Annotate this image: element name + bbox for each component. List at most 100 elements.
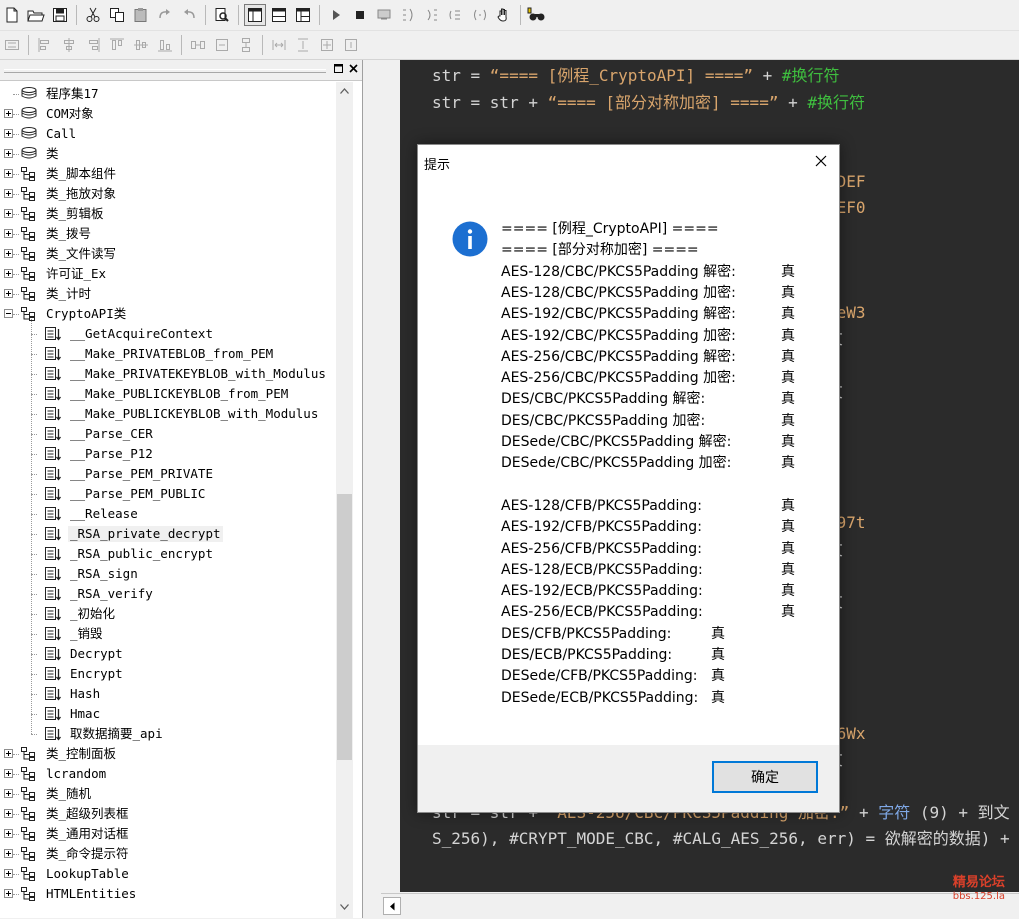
tree-item[interactable]: _RSA_private_decrypt (0, 524, 336, 544)
same-height-icon[interactable] (292, 34, 314, 56)
tree-item[interactable]: Decrypt (0, 644, 336, 664)
tree-item[interactable]: __Make_PRIVATEKEYBLOB_with_Modulus (0, 364, 336, 384)
step-into-icon[interactable] (397, 4, 419, 26)
collapse-icon[interactable] (4, 309, 13, 318)
scroll-up-icon[interactable] (336, 82, 353, 99)
expand-icon[interactable] (4, 189, 13, 198)
tree-item[interactable]: __GetAcquireContext (0, 324, 336, 344)
dialog-close-icon[interactable] (811, 151, 831, 171)
tree-item[interactable]: __Make_PRIVATEBLOB_from_PEM (0, 344, 336, 364)
align-top-icon[interactable] (106, 34, 128, 56)
tree-item[interactable]: 许可证_Ex (0, 264, 336, 284)
center-h-icon[interactable] (211, 34, 233, 56)
step-out-icon[interactable] (445, 4, 467, 26)
binoculars-icon[interactable] (526, 4, 548, 26)
expand-icon[interactable] (4, 769, 13, 778)
tree-item[interactable]: HTMLEntities (0, 884, 336, 904)
tree-item[interactable]: 类_计时 (0, 284, 336, 304)
tree-item[interactable]: _RSA_verify (0, 584, 336, 604)
expand-icon[interactable] (4, 889, 13, 898)
expand-icon[interactable] (4, 869, 13, 878)
tree-item[interactable]: __Release (0, 504, 336, 524)
undo-icon[interactable] (178, 4, 200, 26)
tree-item[interactable]: 类_随机 (0, 784, 336, 804)
tree-item[interactable]: Call (0, 124, 336, 144)
tree-item[interactable]: __Parse_P12 (0, 444, 336, 464)
tree-item[interactable]: Encrypt (0, 664, 336, 684)
align-middle-icon[interactable] (130, 34, 152, 56)
tree-item[interactable]: 取数据摘要_api (0, 724, 336, 744)
editor-horizontal-scrollbar[interactable] (381, 893, 1019, 919)
align-right-icon[interactable] (82, 34, 104, 56)
expand-icon[interactable] (4, 749, 13, 758)
tree-item[interactable]: 类_文件读写 (0, 244, 336, 264)
tree-item[interactable]: 类_命令提示符 (0, 844, 336, 864)
expand-icon[interactable] (4, 109, 13, 118)
run-to-cursor-icon[interactable] (469, 4, 491, 26)
tree-item[interactable]: Hmac (0, 704, 336, 724)
space-h-icon[interactable] (187, 34, 209, 56)
layout-2-icon[interactable] (268, 4, 290, 26)
tree-scroll-thumb[interactable] (337, 494, 352, 760)
space-v-icon[interactable] (235, 34, 257, 56)
same-size-icon[interactable] (316, 34, 338, 56)
stop-icon[interactable] (349, 4, 371, 26)
find-icon[interactable] (211, 4, 233, 26)
scroll-down-icon[interactable] (336, 898, 353, 915)
tree-item[interactable]: __Parse_CER (0, 424, 336, 444)
expand-icon[interactable] (4, 169, 13, 178)
expand-icon[interactable] (4, 129, 13, 138)
new-file-icon[interactable] (1, 4, 23, 26)
layout-3-icon[interactable] (292, 4, 314, 26)
tree-item[interactable]: _RSA_public_encrypt (0, 544, 336, 564)
tree-item[interactable]: 类_拖放对象 (0, 184, 336, 204)
hand-icon[interactable] (493, 4, 515, 26)
tree-item[interactable]: 类_脚本组件 (0, 164, 336, 184)
expand-icon[interactable] (4, 809, 13, 818)
tree-item[interactable]: __Make_PUBLICKEYBLOB_with_Modulus (0, 404, 336, 424)
align-left-icon[interactable] (34, 34, 56, 56)
tree-item[interactable]: 类_超级列表框 (0, 804, 336, 824)
tree-item[interactable]: 程序集17 (0, 84, 336, 104)
expand-icon[interactable] (4, 789, 13, 798)
tree-item[interactable]: COM对象 (0, 104, 336, 124)
paste-icon[interactable] (130, 4, 152, 26)
copy-icon[interactable] (106, 4, 128, 26)
panel-maximize-icon[interactable] (333, 64, 344, 75)
align-bottom-icon[interactable] (154, 34, 176, 56)
expand-icon[interactable] (4, 149, 13, 158)
tree-item[interactable]: __Parse_PEM_PUBLIC (0, 484, 336, 504)
tree-item[interactable]: __Parse_PEM_PRIVATE (0, 464, 336, 484)
tree-item[interactable]: _RSA_sign (0, 564, 336, 584)
step-icon[interactable] (373, 4, 395, 26)
tree-item[interactable]: 类 (0, 144, 336, 164)
scroll-left-icon[interactable] (383, 897, 401, 915)
run-icon[interactable] (325, 4, 347, 26)
redo-icon[interactable] (154, 4, 176, 26)
expand-icon[interactable] (4, 229, 13, 238)
expand-icon[interactable] (4, 209, 13, 218)
step-over-icon[interactable] (421, 4, 443, 26)
same-width-icon[interactable] (268, 34, 290, 56)
tree-item[interactable]: LookupTable (0, 864, 336, 884)
expand-icon[interactable] (4, 289, 13, 298)
tree-item[interactable]: __Make_PUBLICKEYBLOB_from_PEM (0, 384, 336, 404)
expand-icon[interactable] (4, 249, 13, 258)
tree-item[interactable]: _销毁 (0, 624, 336, 644)
align-center-icon[interactable] (58, 34, 80, 56)
panel-close-icon[interactable] (348, 64, 359, 75)
open-folder-icon[interactable] (25, 4, 47, 26)
tree-item[interactable]: 类_拨号 (0, 224, 336, 244)
cut-icon[interactable] (82, 4, 104, 26)
save-icon[interactable] (49, 4, 71, 26)
tree-item[interactable]: 类_控制面板 (0, 744, 336, 764)
layout-1-icon[interactable] (244, 4, 266, 26)
expand-icon[interactable] (4, 829, 13, 838)
tree-item[interactable]: 类_通用对话框 (0, 824, 336, 844)
tree-item[interactable]: CryptoAPI类 (0, 304, 336, 324)
expand-icon[interactable] (4, 849, 13, 858)
panel-grip[interactable] (4, 69, 326, 73)
align-1-icon[interactable] (1, 34, 23, 56)
ok-button[interactable]: 确定 (712, 761, 818, 793)
center-v-icon[interactable] (340, 34, 362, 56)
